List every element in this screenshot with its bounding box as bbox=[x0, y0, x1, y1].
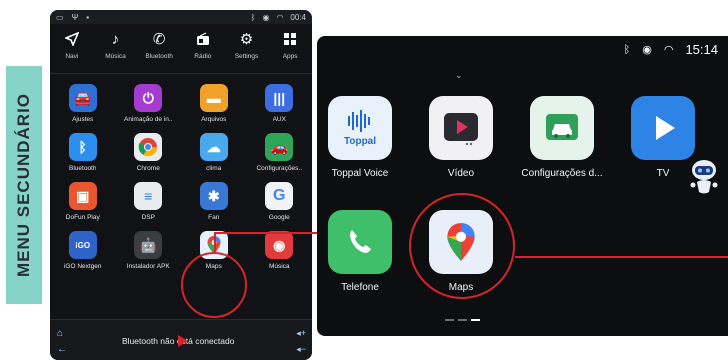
status-time: 00:4 bbox=[290, 12, 306, 22]
page-dot-active bbox=[471, 319, 480, 321]
radio-icon bbox=[196, 32, 210, 48]
chevron-down-icon[interactable]: ⌄ bbox=[455, 70, 463, 81]
page-dot bbox=[458, 319, 467, 321]
connector-line-vertical bbox=[214, 232, 216, 252]
wifi-icon: ◠ bbox=[663, 44, 674, 56]
nav-bluetooth[interactable]: ✆ Bluetooth bbox=[138, 31, 180, 61]
app-igo-nextgen[interactable]: iGO iGO Nextgen bbox=[50, 231, 116, 270]
status-time: 15:14 bbox=[685, 42, 718, 57]
aux-bars-icon: ||| bbox=[265, 84, 294, 112]
igo-icon: iGO bbox=[68, 231, 97, 259]
google-icon: G bbox=[265, 182, 294, 210]
nav-navi[interactable]: Navi bbox=[51, 31, 93, 60]
app-aux[interactable]: ||| AUX bbox=[247, 84, 313, 123]
nav-radio[interactable]: Rádio bbox=[182, 32, 224, 60]
app-ajustes[interactable]: 🚘 Ajustes bbox=[50, 84, 116, 123]
app-bluetooth[interactable]: ᛒ Bluetooth bbox=[50, 133, 116, 172]
chrome-icon bbox=[134, 133, 163, 161]
location-icon: ◉ bbox=[642, 44, 652, 56]
home-icon[interactable]: ⌂ bbox=[57, 328, 63, 339]
bluetooth-icon: ᛒ bbox=[623, 43, 631, 56]
app-telefone[interactable]: Telefone bbox=[317, 210, 410, 293]
app-grid: 🚘 Ajustes ⏻ Animação de in.. ▬ Arquivos |||… bbox=[50, 84, 312, 270]
app-configuracoes[interactable]: 🚗 Configurações.. bbox=[247, 133, 313, 172]
tv-play-icon bbox=[631, 96, 695, 160]
maps-highlight-ring-large bbox=[409, 193, 515, 299]
app-chrome[interactable]: Chrome bbox=[116, 133, 182, 172]
bottom-bar: ⌂ ← Bluetooth não está conectado ◂+ ◂− bbox=[50, 319, 312, 360]
volume-up-icon[interactable]: ◂+ bbox=[296, 328, 306, 339]
maps-highlight-ring bbox=[181, 252, 247, 318]
app-musica[interactable]: ◉ Música bbox=[247, 231, 313, 270]
side-label: MENU SECUNDÁRIO bbox=[6, 66, 42, 304]
sd-card-icon: ▪ bbox=[86, 12, 90, 22]
bluetooth-icon: ᛒ bbox=[250, 12, 256, 22]
car-screen: ᛒ ◉ ◠ 15:14 ⌄ Toppal Toppal Voice Vídeo … bbox=[317, 36, 728, 336]
app-toppal-voice[interactable]: Toppal Toppal Voice bbox=[317, 96, 410, 179]
store-bag-icon: ▣ bbox=[68, 182, 97, 210]
apps-grid-icon bbox=[283, 32, 297, 48]
car-icon: 🚘 bbox=[68, 84, 97, 112]
video-play-icon bbox=[429, 96, 493, 160]
phone-icon: ✆ bbox=[152, 31, 166, 48]
power-icon: ⏻ bbox=[134, 84, 163, 112]
app-animacao[interactable]: ⏻ Animação de in.. bbox=[116, 84, 182, 123]
car-settings-icon: 🚗 bbox=[265, 133, 294, 161]
bluetooth-icon: ᛒ bbox=[68, 133, 97, 161]
app-clima[interactable]: ☁ clima bbox=[181, 133, 247, 172]
music-note-icon: ♪ bbox=[111, 31, 120, 48]
assistant-robot-icon[interactable] bbox=[690, 158, 718, 198]
app-instalador-apk[interactable]: 🤖 Instalador APK bbox=[116, 231, 182, 270]
car-settings-icon bbox=[530, 96, 594, 160]
pointer-icon bbox=[178, 335, 188, 347]
window-icon: ▭ bbox=[56, 12, 64, 22]
app-configuracoes-do-carro[interactable]: Configurações d... bbox=[512, 96, 612, 179]
tablet-status-bar: ▭ Ψ ▪ ᛒ ◉ ◠ 00:4 bbox=[50, 10, 312, 24]
dsp-icon: ≡ bbox=[134, 182, 163, 210]
app-google[interactable]: G Google bbox=[247, 182, 313, 221]
usb-icon: Ψ bbox=[71, 12, 79, 22]
app-dofun-play[interactable]: ▣ DoFun Play bbox=[50, 182, 116, 221]
page-indicator bbox=[445, 319, 480, 321]
fan-icon: ✱ bbox=[199, 182, 228, 210]
app-arquivos[interactable]: ▬ Arquivos bbox=[181, 84, 247, 123]
app-fan[interactable]: ✱ Fan bbox=[181, 182, 247, 221]
back-icon[interactable]: ← bbox=[57, 344, 67, 355]
vinyl-icon: ◉ bbox=[265, 231, 294, 259]
screen-status-bar: ᛒ ◉ ◠ 15:14 bbox=[624, 42, 718, 57]
tablet-screen: ▭ Ψ ▪ ᛒ ◉ ◠ 00:4 Navi ♪ Música ✆ Bluetoo… bbox=[50, 10, 312, 360]
nav-musica[interactable]: ♪ Música bbox=[94, 31, 136, 61]
navigation-arrow-icon bbox=[63, 31, 80, 48]
android-icon: 🤖 bbox=[134, 231, 163, 259]
nav-apps[interactable]: Apps bbox=[269, 32, 311, 60]
location-icon: ◉ bbox=[262, 12, 270, 22]
toppal-voice-icon: Toppal bbox=[328, 96, 392, 160]
folder-icon: ▬ bbox=[199, 84, 228, 112]
page-dot bbox=[445, 319, 454, 321]
gear-icon: ⚙ bbox=[239, 31, 254, 48]
toppal-logo-text: Toppal bbox=[344, 136, 376, 147]
volume-down-icon[interactable]: ◂− bbox=[296, 344, 306, 355]
top-nav: Navi ♪ Música ✆ Bluetooth Rádio ⚙ Settin… bbox=[50, 24, 312, 74]
phone-icon bbox=[328, 210, 392, 274]
wifi-icon: ◠ bbox=[276, 12, 284, 22]
connector-line-right bbox=[515, 256, 728, 258]
nav-settings[interactable]: ⚙ Settings bbox=[225, 31, 267, 61]
weather-icon: ☁ bbox=[199, 133, 228, 161]
app-video[interactable]: Vídeo bbox=[411, 96, 511, 179]
app-dsp[interactable]: ≡ DSP bbox=[116, 182, 182, 221]
